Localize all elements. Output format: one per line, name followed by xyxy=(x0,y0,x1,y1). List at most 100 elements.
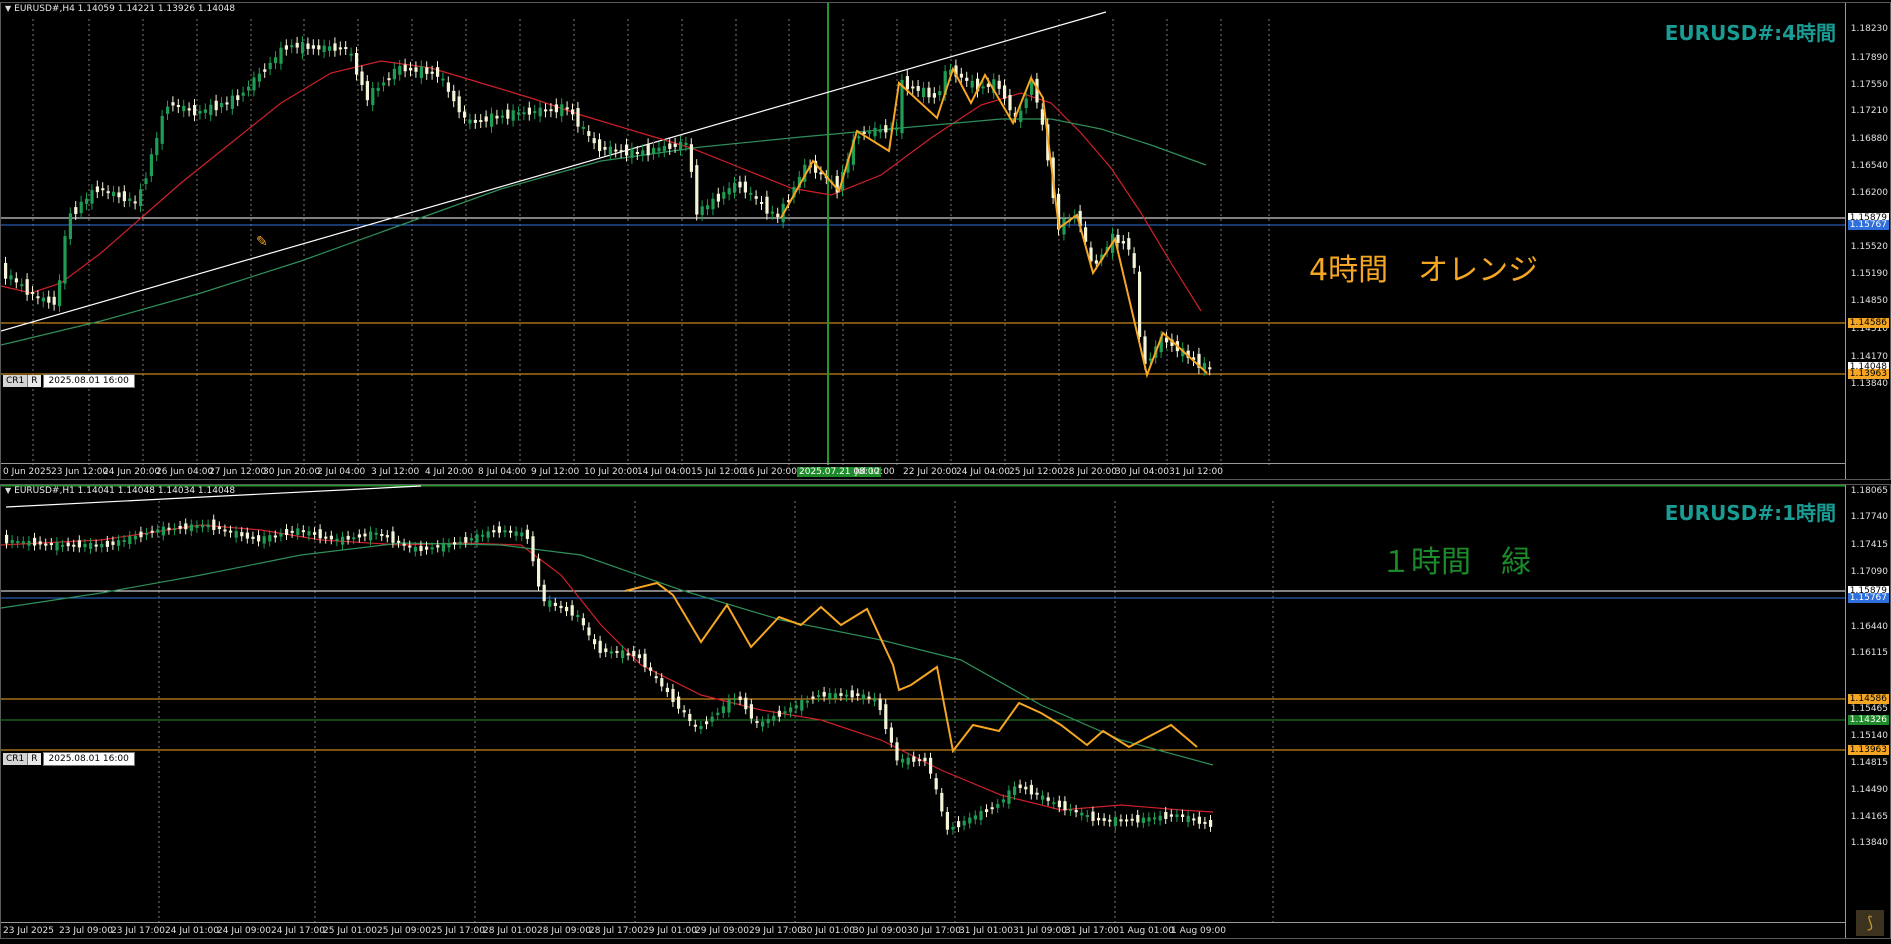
candle-body xyxy=(671,688,675,703)
candle-body xyxy=(711,198,715,210)
candle-body xyxy=(14,278,18,283)
time-tick-label: 1 Aug 09:00 xyxy=(1171,926,1226,936)
price-tick-label: 1.17415 xyxy=(1850,540,1888,550)
candle-body xyxy=(47,296,51,303)
candle-body xyxy=(1057,800,1061,808)
chart-pane-h4[interactable]: ✎ ▼ EURUSD#,H4 1.14059 1.14221 1.13926 1.… xyxy=(0,2,1891,480)
candle-body xyxy=(533,111,537,114)
candle-body xyxy=(95,186,99,193)
candle-body xyxy=(490,113,494,127)
time-tick-label: 24 Jul 01:00 xyxy=(165,926,219,936)
candle-body xyxy=(217,526,221,530)
candle-body xyxy=(301,42,305,54)
trend-line xyxy=(1,11,1107,332)
candle-body xyxy=(139,189,143,207)
candle-body xyxy=(149,154,153,177)
candle-body xyxy=(743,181,747,193)
candle-body xyxy=(581,126,585,129)
candle-body xyxy=(133,201,137,204)
candle-body xyxy=(990,807,994,810)
candle-body xyxy=(240,532,244,537)
candle-body xyxy=(923,757,927,762)
time-tick-label: 23 Jun 12:00 xyxy=(51,467,109,477)
candle-body xyxy=(922,87,926,98)
candle-body xyxy=(311,45,315,49)
h4-annotation-text: 4時間 オレンジ xyxy=(1309,253,1539,288)
time-tick-label: 24 Jul 04:00 xyxy=(956,467,1010,477)
candle-body xyxy=(1024,786,1028,790)
chart-pane-h1[interactable]: ▼ EURUSD#,H1 1.14041 1.14048 1.14034 1.14… xyxy=(0,484,1891,939)
candle-body xyxy=(652,147,656,154)
candle-body xyxy=(1003,85,1007,99)
candle-body xyxy=(997,80,1001,89)
time-tick-label: 28 Jul 01:00 xyxy=(483,926,537,936)
h4-ohlc-text: EURUSD#,H4 1.14059 1.14221 1.13926 1.140… xyxy=(14,4,236,14)
candle-body xyxy=(1091,811,1095,821)
candle-body xyxy=(733,182,737,193)
candle-body xyxy=(688,713,692,722)
candle-body xyxy=(766,718,770,724)
price-tick-label: 1.16540 xyxy=(1850,161,1888,171)
candle-body xyxy=(166,106,170,114)
h4-price-scale[interactable]: 1.18230 1.17890 1.17550 1.17210 1.16880 1.165… xyxy=(1845,3,1890,479)
candle-body xyxy=(203,109,207,113)
candle-body xyxy=(63,236,67,284)
candle-body xyxy=(861,694,865,700)
candle-body xyxy=(263,69,267,72)
candle-body xyxy=(679,141,683,150)
time-tick-label: 30 Jul 01:00 xyxy=(801,926,855,936)
candle-body xyxy=(839,693,843,696)
candle-body xyxy=(619,150,623,153)
time-tick-label: 9 Jul 12:00 xyxy=(531,467,580,477)
candle-body xyxy=(201,524,205,528)
ma-slow-line xyxy=(1,118,1207,346)
candle-body xyxy=(279,533,283,537)
candle-body xyxy=(1097,817,1101,821)
time-tick-label: 31 Jul 12:00 xyxy=(1169,467,1223,477)
price-level-marker: 1.13963 xyxy=(1847,745,1889,755)
candle-body xyxy=(160,115,164,144)
candle-body xyxy=(178,525,182,529)
candle-body xyxy=(106,191,110,194)
candle-body xyxy=(44,543,48,546)
candle-body xyxy=(374,532,378,535)
candle-body xyxy=(150,530,154,533)
candle-body xyxy=(446,82,450,92)
candle-body xyxy=(468,119,472,124)
h1-price-scale[interactable]: 1.180651.177401.174151.170901.167651.164… xyxy=(1845,485,1890,938)
h4-chart-plot[interactable]: ✎ xyxy=(1,3,1846,465)
price-tick-label: 1.16880 xyxy=(1850,134,1888,144)
candle-body xyxy=(193,105,197,116)
candle-body xyxy=(630,148,634,158)
time-tick-label: 23 Jul 17:00 xyxy=(111,926,165,936)
candle-body xyxy=(905,76,909,90)
candle-body xyxy=(365,81,369,101)
candle-body xyxy=(85,198,89,204)
time-tick-label: 25 Jul 01:00 xyxy=(323,926,377,936)
candle-body xyxy=(387,78,391,81)
candle-body xyxy=(868,131,872,134)
candle-body xyxy=(295,42,299,48)
h4-time-scale[interactable]: 0 Jun 2025 23 Jun 12:00 24 Jun 20:00 26 Jun… xyxy=(1,463,1846,479)
candle-body xyxy=(220,103,224,108)
candle-body xyxy=(486,531,490,538)
candle-body xyxy=(77,540,81,548)
price-level-marker: 1.14586 xyxy=(1847,694,1889,704)
candle-body xyxy=(9,275,13,280)
candle-body xyxy=(436,67,440,77)
candle-body xyxy=(587,627,591,636)
candle-body xyxy=(1158,815,1162,821)
collapse-triangle-icon[interactable]: ▼ xyxy=(5,486,11,495)
candle-body xyxy=(783,711,787,714)
h1-chart-plot[interactable] xyxy=(1,485,1846,925)
candle-body xyxy=(74,207,78,215)
h1-time-scale[interactable]: 23 Jul 2025 23 Jul 09:00 23 Jul 17:00 24 Ju… xyxy=(1,922,1846,938)
candle-body xyxy=(996,803,1000,808)
candle-body xyxy=(241,92,245,96)
candle-body xyxy=(497,526,501,533)
candle-body xyxy=(817,695,821,698)
collapse-triangle-icon[interactable]: ▼ xyxy=(5,4,11,13)
candle-body xyxy=(878,698,882,711)
candle-body xyxy=(548,600,552,607)
candle-body xyxy=(1208,367,1212,370)
